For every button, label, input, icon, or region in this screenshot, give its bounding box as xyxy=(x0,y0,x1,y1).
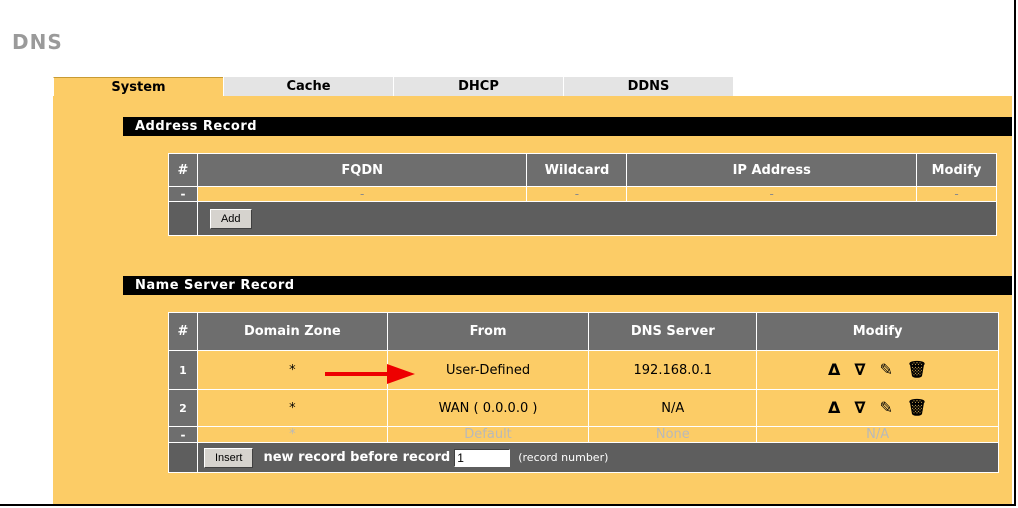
address-record-title: Address Record xyxy=(123,117,1012,136)
page-title: DNS xyxy=(12,30,63,54)
action-spacer xyxy=(168,201,198,236)
delete-icon[interactable]: 🗑 xyxy=(907,361,927,378)
fqdn-cell: - xyxy=(196,186,528,202)
name-server-record-table: # Domain Zone From DNS Server Modify 1 *… xyxy=(168,312,1000,473)
column-header-from: From xyxy=(386,312,590,351)
address-record-table: # FQDN Wildcard IP Address Modify - - - … xyxy=(168,153,998,236)
add-button[interactable]: Add xyxy=(209,208,252,229)
domain-zone-cell: * xyxy=(196,389,388,427)
move-down-icon[interactable]: ∇ xyxy=(854,399,865,416)
table-row: 2 * WAN ( 0.0.0.0 ) N/A Δ ∇ ✎ 🗑 xyxy=(168,389,999,427)
row-index: - xyxy=(168,426,198,443)
modify-cell: N/A xyxy=(756,426,999,443)
action-spacer xyxy=(168,442,198,473)
table-row: 1 * User-Defined 192.168.0.1 Δ ∇ ✎ 🗑 xyxy=(168,350,999,390)
dns-server-cell: 192.168.0.1 xyxy=(588,350,758,390)
tab-bar: System Cache DHCP DDNS xyxy=(53,77,733,96)
column-header-dns-server: DNS Server xyxy=(588,312,758,351)
insert-row-controls: Insert new record before record (record … xyxy=(198,444,998,472)
delete-icon[interactable]: 🗑 xyxy=(907,399,927,416)
column-header-ip-address: IP Address xyxy=(626,153,918,187)
tab-ddns[interactable]: DDNS xyxy=(563,77,733,96)
name-server-record-title: Name Server Record xyxy=(123,276,1012,295)
modify-icons: Δ ∇ ✎ 🗑 xyxy=(828,361,927,378)
domain-zone-cell: * xyxy=(196,426,388,443)
row-index: - xyxy=(168,186,198,202)
column-header-domain-zone: Domain Zone xyxy=(196,312,388,351)
row-index: 2 xyxy=(168,389,198,427)
modify-cell: Δ ∇ ✎ 🗑 xyxy=(756,350,999,390)
tab-dhcp[interactable]: DHCP xyxy=(393,77,563,96)
tab-system[interactable]: System xyxy=(53,77,223,96)
action-cell: Insert new record before record (record … xyxy=(196,442,1000,473)
table-row: - - - - - xyxy=(168,186,997,202)
modify-icons: Δ ∇ ✎ 🗑 xyxy=(828,399,927,416)
edit-icon[interactable]: ✎ xyxy=(880,399,893,416)
edit-icon[interactable]: ✎ xyxy=(880,361,893,378)
row-index: 1 xyxy=(168,350,198,390)
tab-cache[interactable]: Cache xyxy=(223,77,393,96)
column-header-wildcard: Wildcard xyxy=(526,153,628,187)
move-up-icon[interactable]: Δ xyxy=(828,399,840,416)
record-number-hint: (record number) xyxy=(518,451,609,464)
annotation-arrow-icon xyxy=(325,364,415,384)
insert-button[interactable]: Insert xyxy=(203,447,254,468)
column-header-index: # xyxy=(168,312,198,351)
modify-cell: Δ ∇ ✎ 🗑 xyxy=(756,389,999,427)
column-header-index: # xyxy=(168,153,198,187)
column-header-modify: Modify xyxy=(756,312,999,351)
action-cell: Add xyxy=(196,201,998,236)
insert-description: new record before record xyxy=(263,450,451,465)
column-header-modify: Modify xyxy=(916,153,997,187)
table-row: - * Default None N/A xyxy=(168,426,999,443)
move-down-icon[interactable]: ∇ xyxy=(854,361,865,378)
column-header-fqdn: FQDN xyxy=(196,153,528,187)
record-number-input[interactable] xyxy=(454,448,511,467)
from-cell: Default xyxy=(386,426,590,443)
tab-panel: Address Record # FQDN Wildcard IP Addres… xyxy=(53,96,1012,504)
from-cell: User-Defined xyxy=(386,350,590,390)
ip-address-cell: - xyxy=(626,186,918,202)
dns-server-cell: N/A xyxy=(588,389,758,427)
wildcard-cell: - xyxy=(526,186,628,202)
dns-server-cell: None xyxy=(588,426,758,443)
move-up-icon[interactable]: Δ xyxy=(828,361,840,378)
modify-cell: - xyxy=(916,186,997,202)
from-cell: WAN ( 0.0.0.0 ) xyxy=(386,389,590,427)
